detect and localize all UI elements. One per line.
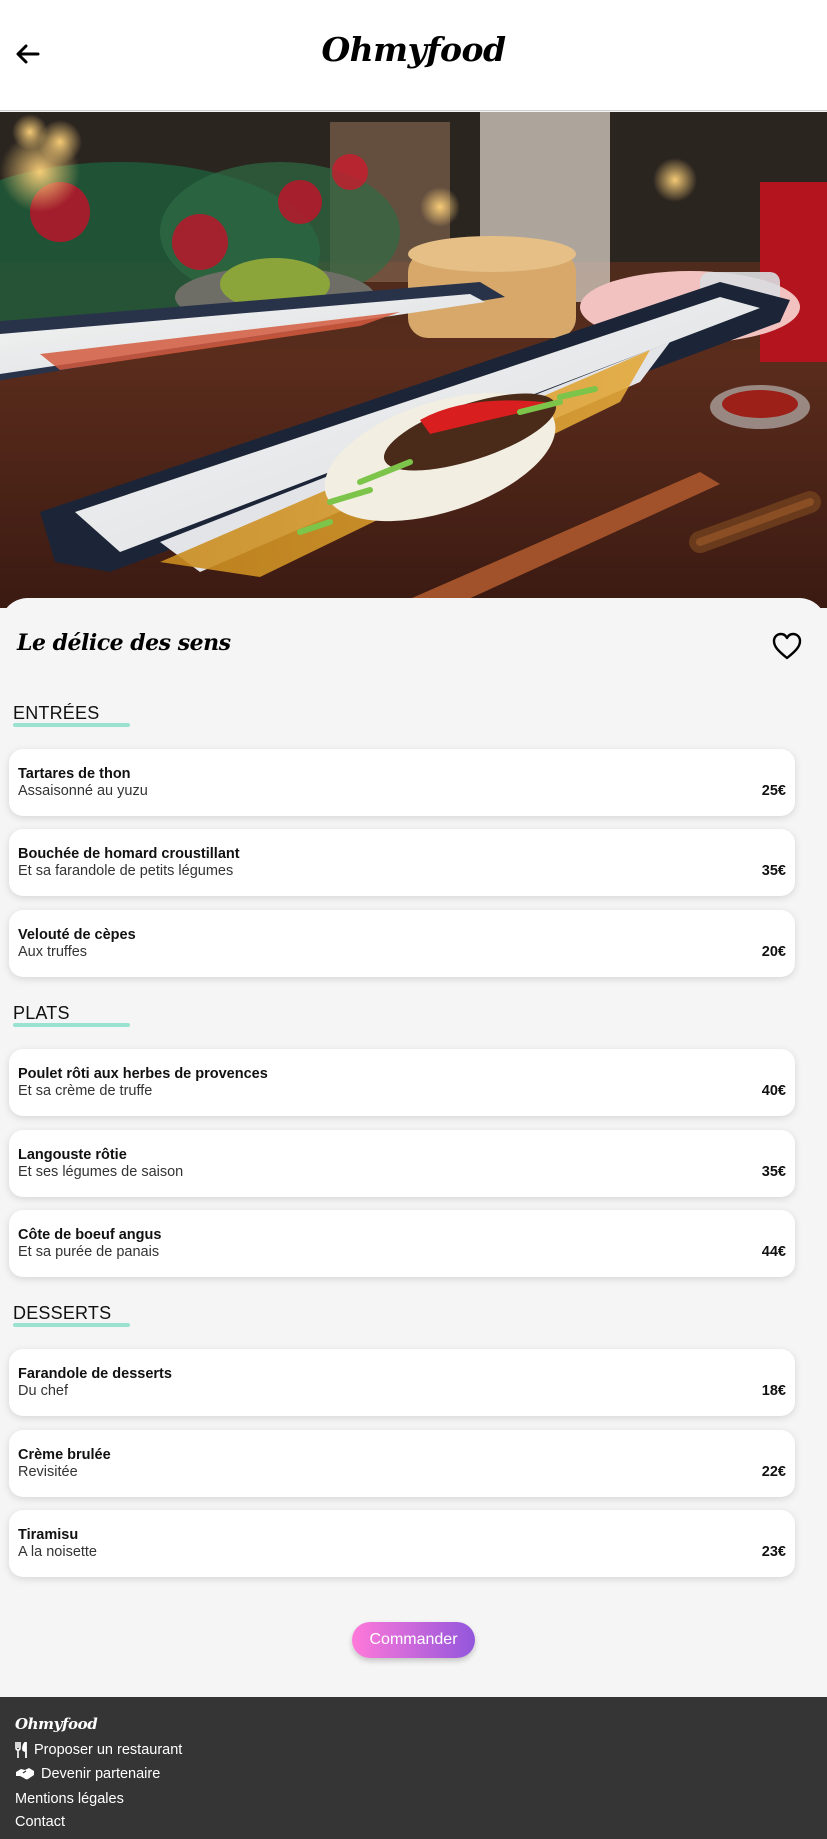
menu-item-name: Tartares de thon	[18, 766, 131, 782]
menu-item-price: 35€	[761, 1164, 786, 1180]
menu-item-description: Et sa farandole de petits légumes	[18, 863, 234, 879]
footer-link-propose-restaurant[interactable]: Proposer un restaurant	[15, 1742, 182, 1758]
menu-item-card[interactable]: Farandole de desserts Du chef 18€	[9, 1349, 795, 1416]
menu-item-price: 25€	[761, 783, 786, 799]
footer-link-label: Proposer un restaurant	[34, 1742, 183, 1758]
section-underline	[13, 1323, 130, 1327]
footer-logo: Ohmyfood	[15, 1715, 98, 1733]
menu-item-price: 35€	[761, 863, 786, 879]
heart-icon[interactable]	[771, 631, 803, 661]
order-button[interactable]: Commander	[352, 1622, 475, 1658]
section-title-desserts: DESSERTS	[13, 1303, 112, 1323]
footer-link-label: Devenir partenaire	[41, 1766, 161, 1782]
handshake-icon	[16, 1768, 34, 1780]
menu-item-name: Bouchée de homard croustillant	[18, 846, 240, 862]
menu-item-price: 44€	[761, 1244, 786, 1260]
menu-item-price: 23€	[761, 1544, 786, 1560]
menu-item-description: Revisitée	[18, 1464, 78, 1480]
menu-item-name: Poulet rôti aux herbes de provences	[18, 1066, 268, 1082]
app-header: Ohmyfood	[0, 0, 827, 111]
footer-link-label: Mentions légales	[15, 1791, 124, 1807]
menu-item-name: Farandole de desserts	[18, 1366, 172, 1382]
section-underline	[13, 1023, 130, 1027]
menu-item-card[interactable]: Crème brulée Revisitée 22€	[9, 1430, 795, 1497]
menu-item-card[interactable]: Côte de boeuf angus Et sa purée de panai…	[9, 1210, 795, 1277]
menu-item-name: Crème brulée	[18, 1447, 111, 1463]
menu-item-card[interactable]: Langouste rôtie Et ses légumes de saison…	[9, 1130, 795, 1197]
menu-item-card[interactable]: Bouchée de homard croustillant Et sa far…	[9, 829, 795, 896]
menu-item-card[interactable]: Velouté de cèpes Aux truffes 20€	[9, 910, 795, 977]
footer: Ohmyfood Proposer un restaurant Devenir …	[0, 1697, 827, 1839]
menu-item-description: Aux truffes	[18, 944, 88, 960]
footer-link-contact[interactable]: Contact	[15, 1814, 65, 1830]
menu-item-price: 18€	[761, 1383, 786, 1399]
menu-item-description: Du chef	[18, 1383, 68, 1399]
menu-item-description: Et ses légumes de saison	[18, 1164, 184, 1180]
app-logo[interactable]: Ohmyfood	[0, 30, 827, 69]
utensils-icon	[15, 1742, 27, 1758]
section-title-plats: PLATS	[13, 1003, 70, 1023]
section-title-entrees: ENTRÉES	[13, 703, 100, 723]
menu-item-card[interactable]: Tiramisu A la noisette 23€	[9, 1510, 795, 1577]
menu-item-description: Et sa crème de truffe	[18, 1083, 153, 1099]
menu-item-name: Tiramisu	[18, 1527, 79, 1543]
section-underline	[13, 723, 130, 727]
footer-link-become-partner[interactable]: Devenir partenaire	[15, 1766, 160, 1782]
menu-item-name: Côte de boeuf angus	[18, 1227, 162, 1243]
menu-item-name: Langouste rôtie	[18, 1147, 127, 1163]
restaurant-name: Le délice des sens	[17, 630, 231, 656]
menu-item-description: Assaisonné au yuzu	[18, 783, 148, 799]
menu-item-price: 20€	[761, 944, 786, 960]
footer-link-legal[interactable]: Mentions légales	[15, 1791, 124, 1807]
menu-item-description: A la noisette	[18, 1544, 97, 1560]
menu-item-name: Velouté de cèpes	[18, 927, 136, 943]
footer-link-label: Contact	[15, 1814, 65, 1830]
menu-item-price: 40€	[761, 1083, 786, 1099]
menu-item-description: Et sa purée de panais	[18, 1244, 160, 1260]
hero-image	[0, 112, 827, 608]
menu-item-card[interactable]: Poulet rôti aux herbes de provences Et s…	[9, 1049, 795, 1116]
menu-item-price: 22€	[761, 1464, 786, 1480]
menu-item-card[interactable]: Tartares de thon Assaisonné au yuzu 25€	[9, 749, 795, 816]
